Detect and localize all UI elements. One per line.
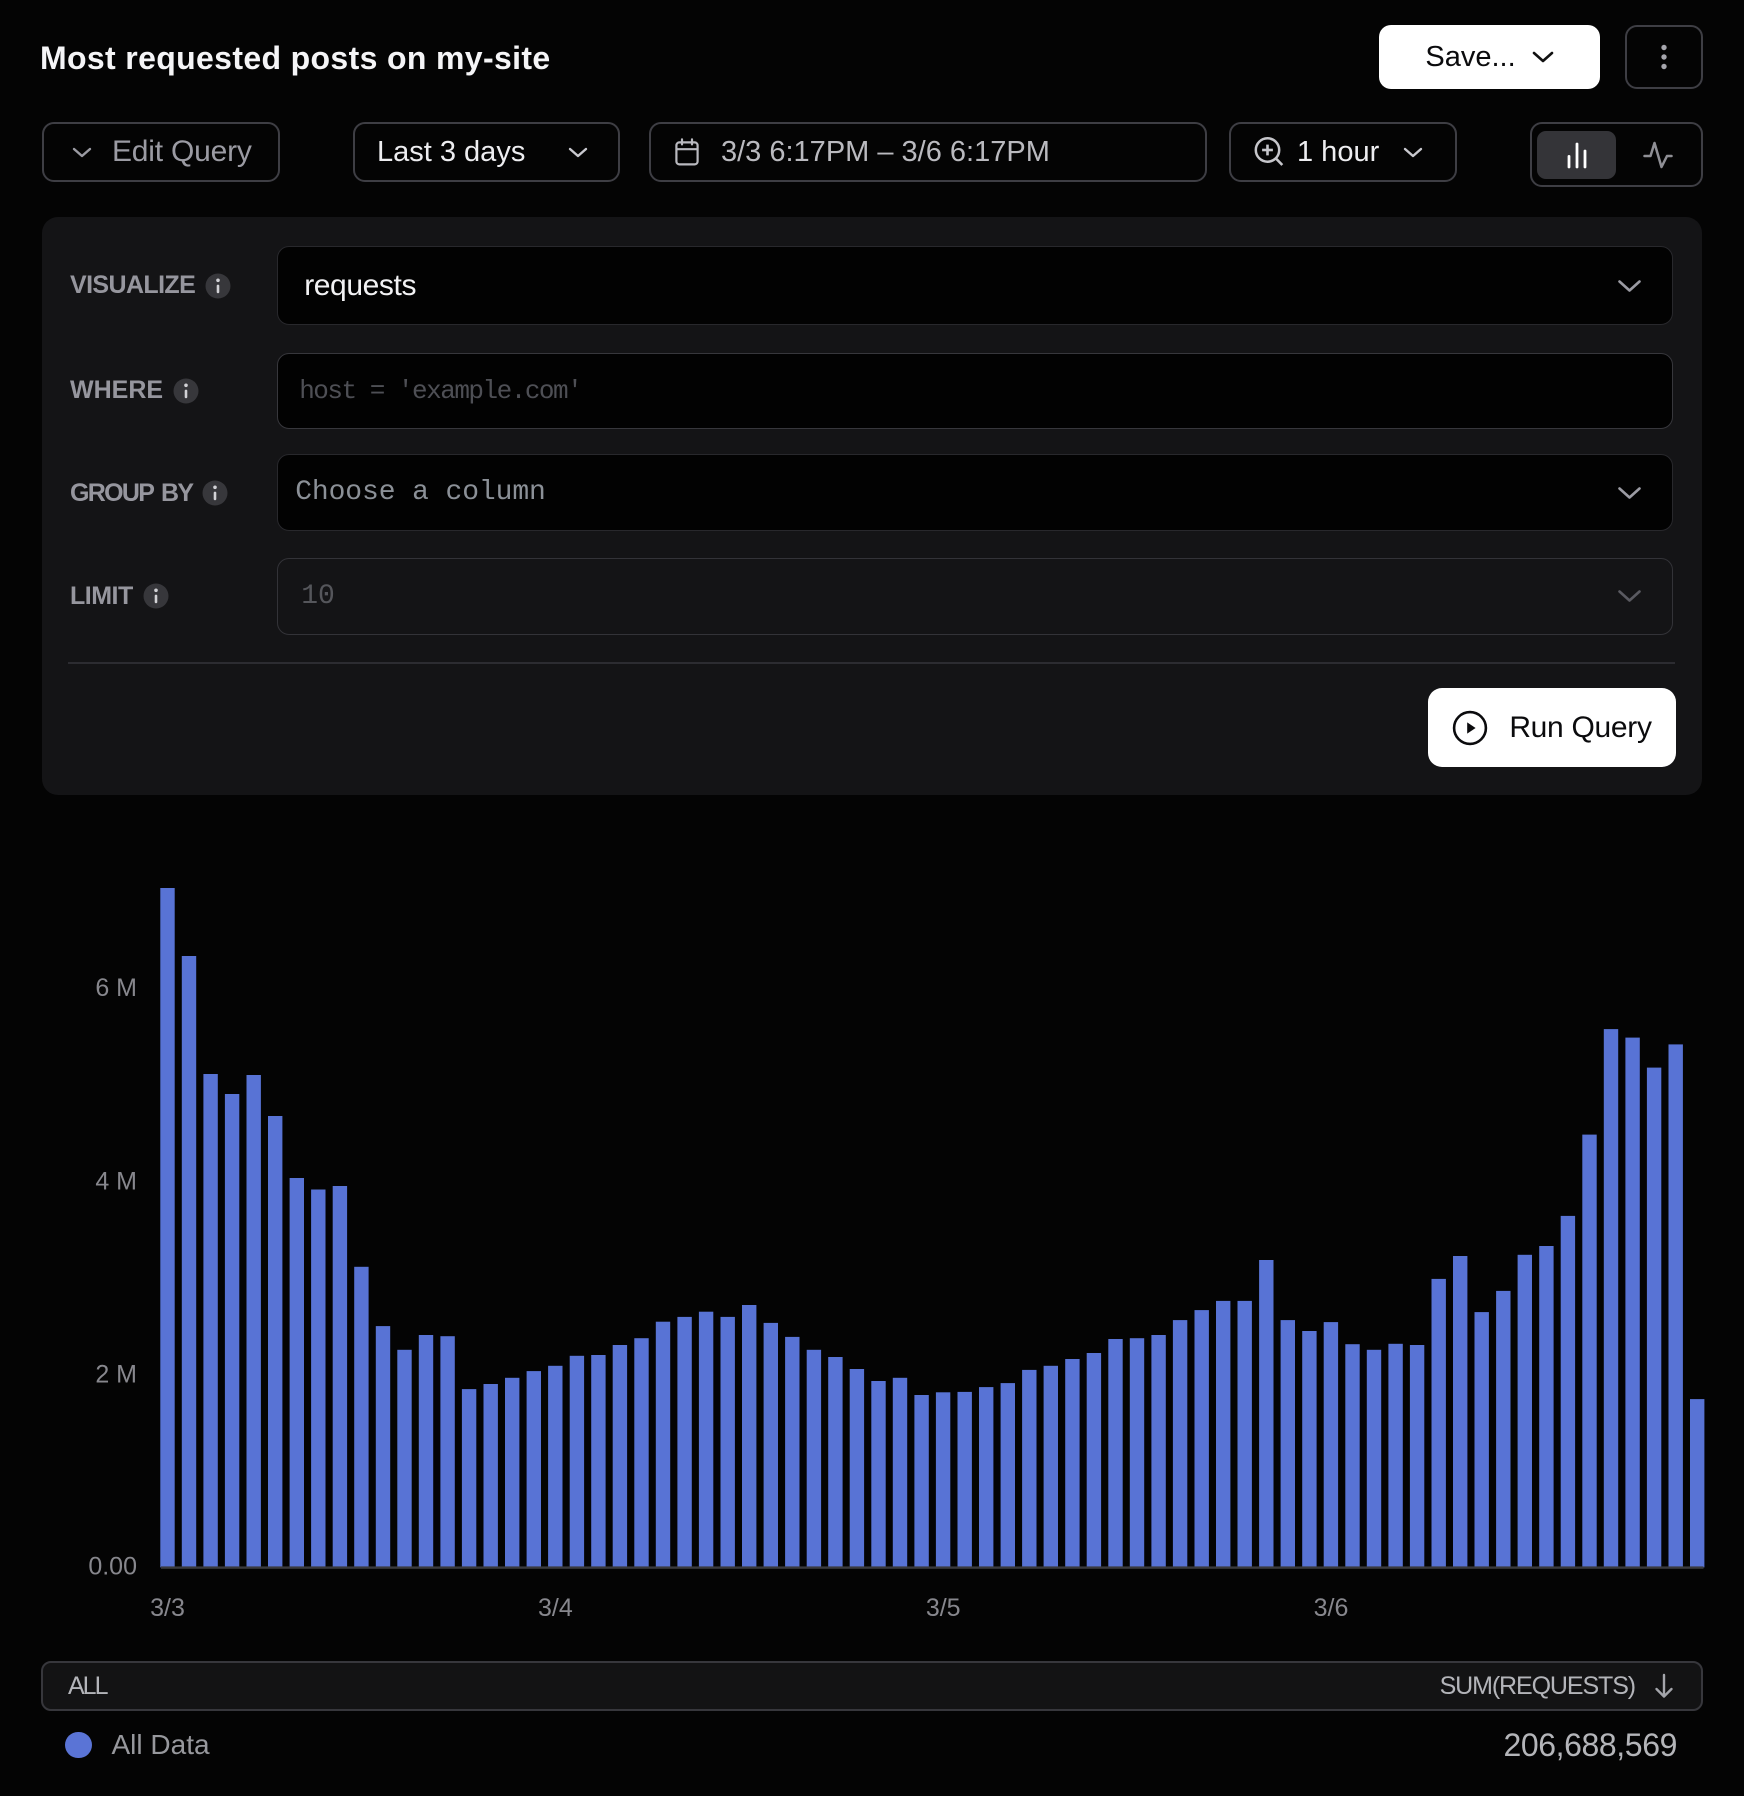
svg-text:2 M: 2 M <box>95 1361 137 1389</box>
svg-text:3/4: 3/4 <box>538 1594 573 1622</box>
svg-text:6 M: 6 M <box>95 974 137 1002</box>
svg-text:3/5: 3/5 <box>926 1594 961 1622</box>
svg-text:4 M: 4 M <box>95 1168 137 1196</box>
svg-text:3/6: 3/6 <box>1314 1594 1349 1622</box>
svg-text:3/3: 3/3 <box>150 1594 185 1622</box>
svg-text:0.00: 0.00 <box>88 1553 137 1581</box>
